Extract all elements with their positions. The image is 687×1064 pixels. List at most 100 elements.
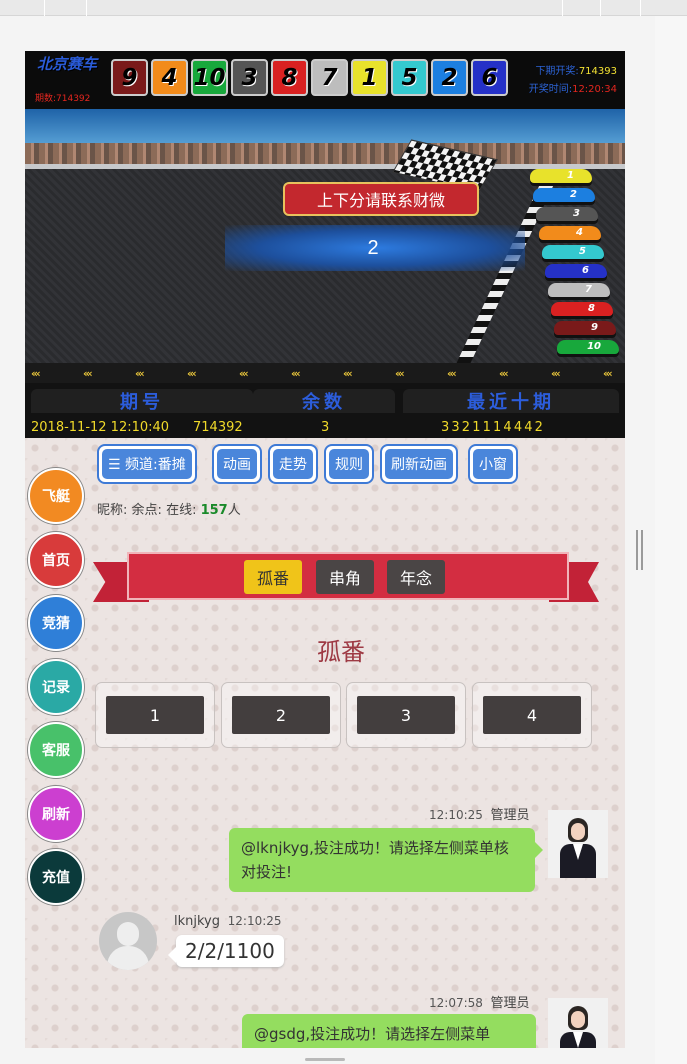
- bet-tab[interactable]: 孤番: [244, 560, 302, 594]
- chevron-icon: ‹‹‹: [83, 367, 93, 380]
- chevron-icon: ‹‹‹: [291, 367, 301, 380]
- race-car: 1: [530, 169, 592, 183]
- sky: [25, 109, 625, 147]
- online-unit: 人: [227, 503, 241, 518]
- race-car: 3: [536, 207, 598, 221]
- draw-number-ball: 5: [391, 59, 428, 96]
- grandstand: [25, 143, 625, 165]
- chat-sender: 管理员: [490, 808, 530, 823]
- chat-time: 12:07:58: [429, 996, 483, 1010]
- race-car: 6: [545, 264, 607, 278]
- draw-number-ball: 2: [431, 59, 468, 96]
- chevron-icon: ‹‹‹: [135, 367, 145, 380]
- next-period-value: 714393: [578, 66, 617, 77]
- user-info: 昵称: 余点: 在线: 157人: [97, 499, 241, 518]
- bet-option-label: 2: [232, 696, 330, 734]
- side-pane: [655, 16, 687, 1064]
- animation-button[interactable]: 动画: [212, 444, 262, 484]
- chevron-icon: ‹‹‹: [395, 367, 405, 380]
- bet-option-label: 3: [357, 696, 455, 734]
- bet-option[interactable]: 1: [95, 682, 215, 748]
- chat-meta: 12:07:58 管理员: [429, 992, 530, 1011]
- chevron-icon: ‹‹‹: [343, 367, 353, 380]
- draw-number-ball: 8: [271, 59, 308, 96]
- bet-option[interactable]: 3: [346, 682, 466, 748]
- period-number: 714392: [193, 419, 243, 435]
- small-window-button[interactable]: 小窗: [468, 444, 518, 484]
- side-menu-item[interactable]: 飞艇: [28, 468, 84, 524]
- race-car: 9: [554, 321, 616, 335]
- side-menu-item[interactable]: 客服: [28, 722, 84, 778]
- channel-button[interactable]: ☰ 频道:番摊: [97, 444, 197, 484]
- browser-top-strip: [0, 0, 687, 16]
- game-body: 飞艇 首页 竞猜 记录 客服 刷新 充值 ☰ 频道:番摊 动画 走势 规则 刷新动画 小窗 …: [25, 438, 625, 1048]
- draw-number-ball: 4: [151, 59, 188, 96]
- chat-message: @lknjkyg,投注成功！请选择左侧菜单核对投注!: [229, 828, 543, 892]
- side-menu-item[interactable]: 竞猜: [28, 595, 84, 651]
- race-car: 5: [542, 245, 604, 259]
- period-time: 2018-11-12 12:10:40: [31, 419, 170, 435]
- race-car: 4: [539, 226, 601, 240]
- bet-option[interactable]: 2: [221, 682, 341, 748]
- chevron-icon: ‹‹‹: [187, 367, 197, 380]
- chat-message: 2/2/1100: [168, 935, 284, 967]
- rules-label: 规则: [329, 449, 369, 479]
- chat-meta: 12:10:25 管理员: [429, 804, 530, 823]
- race-animation: 上下分请联系财微 2 1 2 3 4 5 6 7 8 9 10 ‹‹‹ ‹‹‹ ‹‹‹ ‹‹‹ ‹‹‹ ‹‹…: [25, 109, 625, 383]
- next-period-label: 下期开奖:: [535, 66, 579, 77]
- remainder-value: 3: [321, 419, 330, 435]
- chat-time: 12:10:25: [227, 914, 282, 928]
- race-car: 7: [548, 283, 610, 297]
- draw-number-ball: 6: [471, 59, 508, 96]
- draw-number-ball: 3: [231, 59, 268, 96]
- section-title: 孤番: [317, 638, 365, 666]
- draw-header: 北京赛车 期数:714392 9 4 10 3 8 7 1 5 2 6 下期开奖:714393 开…: [25, 51, 625, 109]
- bet-option-label: 4: [483, 696, 581, 734]
- chevron-icon: ‹‹‹: [603, 367, 613, 380]
- channel-label: ☰ 频道:番摊: [102, 449, 192, 479]
- small-window-label: 小窗: [473, 449, 513, 479]
- animation-label: 动画: [217, 449, 257, 479]
- resize-handle[interactable]: [636, 530, 644, 570]
- race-car: 10: [557, 340, 619, 354]
- refresh-animation-button[interactable]: 刷新动画: [380, 444, 458, 484]
- side-menu-item[interactable]: 记录: [28, 658, 84, 715]
- race-car: 8: [551, 302, 613, 316]
- side-menu-item[interactable]: 充值: [28, 849, 84, 905]
- side-menu-item[interactable]: 首页: [28, 531, 84, 588]
- draw-number-ball: 10: [191, 59, 228, 96]
- chevron-icon: ‹‹‹: [31, 367, 41, 380]
- bet-tab[interactable]: 年念: [387, 560, 445, 594]
- results-bar: 期号 余数 最近十期 2018-11-12 12:10:40 714392 3 …: [25, 383, 625, 438]
- admin-avatar: [548, 998, 608, 1048]
- bet-tab[interactable]: 串角: [316, 560, 374, 594]
- period-header: 期号: [31, 389, 253, 413]
- race-car: 2: [533, 188, 595, 202]
- chat-meta: lknjkyg 12:10:25: [174, 914, 282, 929]
- current-period: 期数:714392: [35, 94, 91, 104]
- admin-avatar: [548, 810, 608, 878]
- chevron-icon: ‹‹‹: [447, 367, 457, 380]
- draw-numbers: 9 4 10 3 8 7 1 5 2 6: [111, 59, 508, 96]
- contact-banner: 上下分请联系财微: [283, 182, 479, 216]
- trend-button[interactable]: 走势: [268, 444, 318, 484]
- online-label: 在线:: [166, 503, 197, 518]
- draw-number-ball: 9: [111, 59, 148, 96]
- scroll-hint: [305, 1058, 345, 1061]
- chat-message: @gsdg,投注成功！请选择左侧菜单: [242, 1014, 536, 1048]
- side-menu-item[interactable]: 刷新: [28, 785, 84, 842]
- user-avatar: [99, 912, 157, 970]
- remainder-header: 余数: [253, 389, 395, 413]
- brand-title: 北京赛车: [37, 55, 98, 73]
- trend-label: 走势: [273, 449, 313, 479]
- chevron-icon: ‹‹‹: [239, 367, 249, 380]
- refresh-animation-label: 刷新动画: [385, 449, 453, 479]
- draw-number-ball: 1: [351, 59, 388, 96]
- bet-option[interactable]: 4: [472, 682, 592, 748]
- balance-label: 余点:: [131, 503, 162, 518]
- recent-header: 最近十期: [403, 389, 619, 413]
- chat-sender: 管理员: [490, 996, 530, 1011]
- chat-sender: lknjkyg: [174, 914, 221, 929]
- nickname-label: 昵称:: [97, 503, 128, 518]
- rules-button[interactable]: 规则: [324, 444, 374, 484]
